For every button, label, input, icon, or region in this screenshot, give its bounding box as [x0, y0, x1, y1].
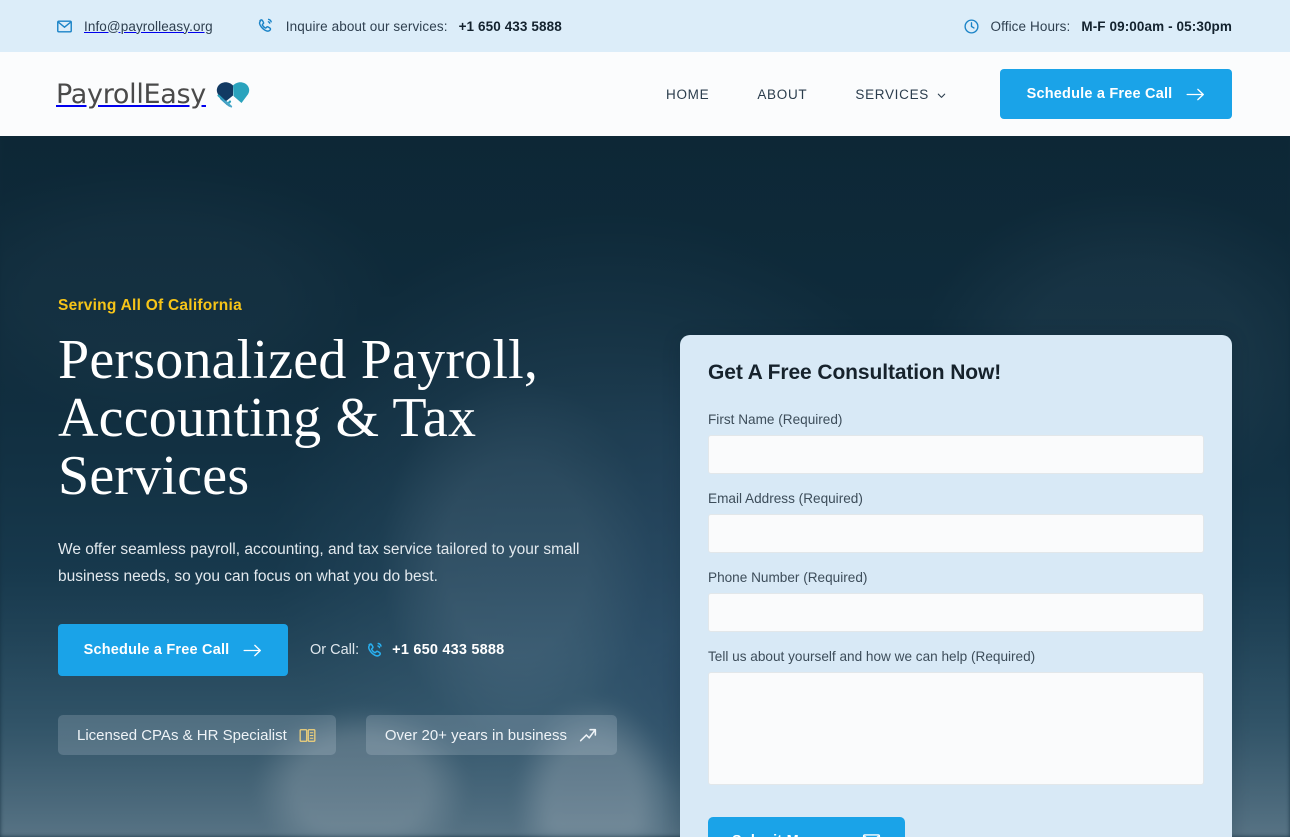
trending-up-icon — [578, 726, 598, 744]
nav-item-services[interactable]: SERVICES — [831, 87, 970, 102]
hero-section: Serving All Of California Personalized P… — [0, 136, 1290, 837]
badge-years-in-business: Over 20+ years in business — [365, 715, 617, 756]
hero-eyebrow: Serving All Of California — [58, 297, 242, 314]
envelope-icon — [56, 18, 73, 35]
office-hours-value: M-F 09:00am - 05:30pm — [1081, 18, 1232, 34]
phone-ring-icon — [366, 641, 385, 660]
hero-schedule-call-label: Schedule a Free Call — [83, 642, 230, 659]
nav-item-services-label: SERVICES — [855, 86, 929, 102]
hero-schedule-call-button[interactable]: Schedule a Free Call — [58, 624, 288, 677]
first-name-input[interactable] — [708, 435, 1204, 474]
phone-label: Phone Number (Required) — [708, 570, 868, 585]
arrow-right-icon — [243, 643, 262, 658]
site-header: PayrollEasy HOME ABOUT SERVICES Schedule… — [0, 52, 1290, 136]
phone-input[interactable] — [708, 593, 1204, 632]
handshake-icon — [212, 78, 254, 110]
chevron-down-icon — [936, 89, 946, 99]
header-schedule-call-label: Schedule a Free Call — [1026, 86, 1173, 102]
email-field-group: Email Address (Required) — [708, 491, 1204, 553]
nav-item-about[interactable]: ABOUT — [733, 87, 831, 102]
submit-message-label: Submit Message — [732, 833, 849, 837]
phone-ring-icon — [257, 17, 275, 35]
badge-licensed-cpas: Licensed CPAs & HR Specialist — [58, 715, 336, 756]
hero-badges: Licensed CPAs & HR Specialist Over 20+ y… — [58, 715, 678, 756]
inquire-phone[interactable]: +1 650 433 5888 — [459, 19, 562, 34]
inquire-block[interactable]: Inquire about our services: +1 650 433 5… — [257, 17, 562, 35]
message-label: Tell us about yourself and how we can he… — [708, 649, 1036, 664]
hero-subtitle: We offer seamless payroll, accounting, a… — [58, 540, 580, 586]
hero-copy: Serving All Of California Personalized P… — [58, 136, 678, 837]
nav-item-about-label: ABOUT — [757, 86, 808, 102]
hero-or-call[interactable]: Or Call: +1 650 433 5888 — [310, 641, 504, 660]
badge-licensed-cpas-label: Licensed CPAs & HR Specialist — [77, 726, 287, 744]
nav-item-home[interactable]: HOME — [642, 87, 733, 102]
or-call-phone[interactable]: +1 650 433 5888 — [392, 642, 504, 658]
submit-message-button[interactable]: Submit Message — [708, 817, 906, 837]
clock-icon — [963, 18, 980, 35]
open-book-icon — [298, 727, 317, 744]
logo[interactable]: PayrollEasy — [56, 78, 254, 110]
utility-bar-left: Info@payrolleasy.org Inquire about our s… — [56, 17, 562, 35]
main-nav: HOME ABOUT SERVICES Schedule a Free Call — [642, 69, 1232, 119]
consultation-form: Get A Free Consultation Now! First Name … — [680, 335, 1232, 837]
header-schedule-call-button[interactable]: Schedule a Free Call — [1000, 69, 1232, 119]
office-hours-label: Office Hours: — [990, 18, 1071, 34]
first-name-field-group: First Name (Required) — [708, 412, 1204, 474]
form-title: Get A Free Consultation Now! — [708, 361, 1002, 384]
logo-text: PayrollEasy — [56, 78, 206, 110]
hero-cta-row: Schedule a Free Call Or Call: +1 650 433… — [58, 624, 678, 677]
phone-field-group: Phone Number (Required) — [708, 570, 1204, 632]
office-hours-block: Office Hours: M-F 09:00am - 05:30pm — [963, 18, 1232, 35]
message-textarea[interactable] — [708, 672, 1204, 785]
inquire-label: Inquire about our services: — [285, 18, 448, 34]
email-text: Info@payrolleasy.org — [84, 18, 213, 34]
email-input[interactable] — [708, 514, 1204, 553]
arrow-right-icon — [1186, 87, 1205, 102]
email-link[interactable]: Info@payrolleasy.org — [56, 18, 213, 35]
utility-bar: Info@payrolleasy.org Inquire about our s… — [0, 0, 1290, 52]
first-name-label: First Name (Required) — [708, 412, 843, 427]
envelope-icon — [862, 832, 881, 837]
or-call-label: Or Call: — [310, 642, 360, 659]
nav-item-home-label: HOME — [666, 86, 710, 102]
message-field-group: Tell us about yourself and how we can he… — [708, 649, 1204, 790]
email-label: Email Address (Required) — [708, 491, 863, 506]
page-title: Personalized Payroll, Accounting & Tax S… — [58, 329, 539, 507]
badge-years-in-business-label: Over 20+ years in business — [384, 726, 567, 744]
